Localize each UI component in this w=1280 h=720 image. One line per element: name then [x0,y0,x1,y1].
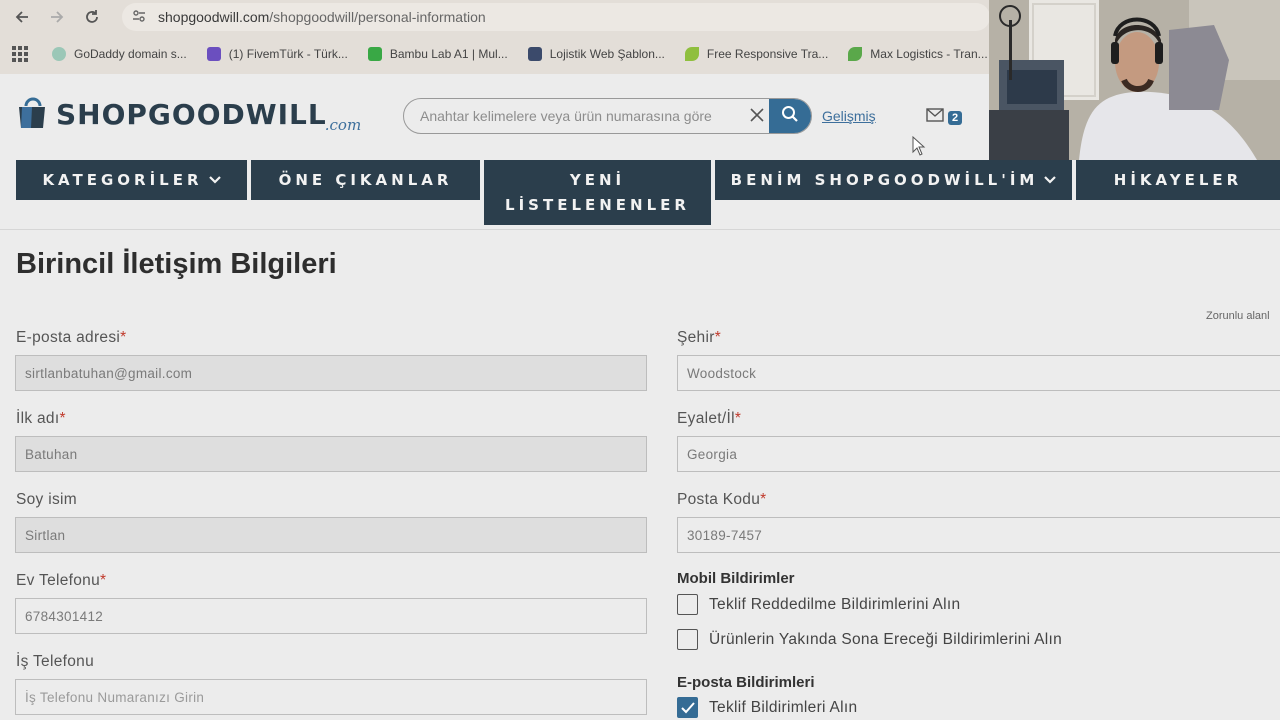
state-select[interactable] [677,436,1280,472]
logo-suffix: .com [324,116,362,134]
required-fields-note: Zorunlu alanl [1206,310,1270,322]
advanced-search-link[interactable]: Gelişmiş [822,108,876,124]
last-name-label: Soy isim [16,491,77,508]
first-name-label: İlk adı* [16,410,66,427]
ending-soon-mobile-option[interactable]: Ürünlerin Yakında Sona Ereceği Bildiriml… [677,629,1062,650]
main-navigation: KATEGORİLER ÖNE ÇIKANLAR YENİ LİSTELENEN… [16,160,1280,226]
divider [0,229,1280,230]
home-phone-field[interactable] [15,598,647,634]
leaf-icon [684,47,699,61]
bookmark-item[interactable]: Lojistik Web Şablon... [527,47,665,61]
nav-stories[interactable]: HİKAYELER [1076,160,1280,200]
zip-field[interactable] [677,517,1280,553]
leaf-icon [848,47,863,61]
home-phone-label: Ev Telefonu* [16,572,107,589]
checkmark-icon [680,701,695,713]
bookmark-item[interactable]: (1) FivemTürk - Türk... [206,47,348,61]
nav-new-listings[interactable]: YENİ LİSTELENENLER [484,160,711,225]
state-label: Eyalet/İl* [677,410,742,427]
webcam-overlay [989,0,1280,160]
mail-icon [926,108,944,127]
bookmark-item[interactable]: Max Logistics - Tran... [848,47,988,61]
godaddy-icon [52,47,66,61]
clear-icon[interactable] [745,105,769,128]
ending-soon-mobile-checkbox[interactable] [677,629,698,650]
bookmark-item[interactable]: GoDaddy domain s... [52,47,187,61]
mail-count-badge: 2 [948,110,963,125]
email-field[interactable] [15,355,647,391]
w3-icon [527,47,542,61]
page-title: Birincil İletişim Bilgileri [16,248,337,280]
nav-my-account[interactable]: BENİM SHOPGOODWİLL'İM [715,160,1072,200]
logo-text: SHOPGOODWILL [56,98,327,131]
url-host: shopgoodwill.com [158,9,270,25]
work-phone-label: İş Telefonu [16,653,94,670]
search-button[interactable] [769,99,811,133]
nav-featured[interactable]: ÖNE ÇIKANLAR [251,160,480,200]
site-page: SHOPGOODWILL .com Gelişmiş 2 KATEGORİLER… [0,74,1280,720]
email-label: E-posta adresi* [16,329,127,346]
offer-declined-mobile-checkbox[interactable] [677,594,698,615]
url-path: /shopgoodwill/personal-information [269,9,486,25]
offer-declined-mobile-option[interactable]: Teklif Reddedilme Bildirimlerini Alın [677,594,960,615]
chevron-down-icon [1044,174,1057,187]
forward-icon[interactable] [44,4,70,30]
zip-label: Posta Kodu* [677,491,767,508]
search-bar [403,98,812,134]
mobile-notifications-title: Mobil Bildirimler [677,570,795,587]
apps-grid-icon[interactable] [12,46,28,62]
bookmark-item[interactable]: Free Responsive Tra... [684,47,828,61]
search-icon [781,105,799,128]
shopping-bag-icon [16,96,50,130]
messages-button[interactable]: 2 [926,108,963,127]
reload-icon[interactable] [79,4,105,30]
nav-categories[interactable]: KATEGORİLER [16,160,247,200]
mouse-cursor-icon [912,135,926,161]
search-input[interactable] [404,99,745,133]
work-phone-field[interactable] [15,679,647,715]
address-bar[interactable]: shopgoodwill.com/shopgoodwill/personal-i… [122,3,990,31]
back-icon[interactable] [9,4,35,30]
bookmark-item[interactable]: Bambu Lab A1 | Mul... [367,47,508,61]
chevron-down-icon [208,174,221,187]
city-field[interactable] [677,355,1280,391]
offer-email-option[interactable]: Teklif Bildirimleri Alın [677,697,857,718]
last-name-field[interactable] [15,517,647,553]
city-label: Şehir* [677,329,722,346]
bambu-icon [367,47,382,61]
site-logo[interactable]: SHOPGOODWILL .com [16,96,361,134]
offer-email-checkbox[interactable] [677,697,698,718]
email-notifications-title: E-posta Bildirimleri [677,674,815,691]
first-name-field[interactable] [15,436,647,472]
site-settings-icon[interactable] [132,9,146,26]
fivem-icon [206,47,221,61]
